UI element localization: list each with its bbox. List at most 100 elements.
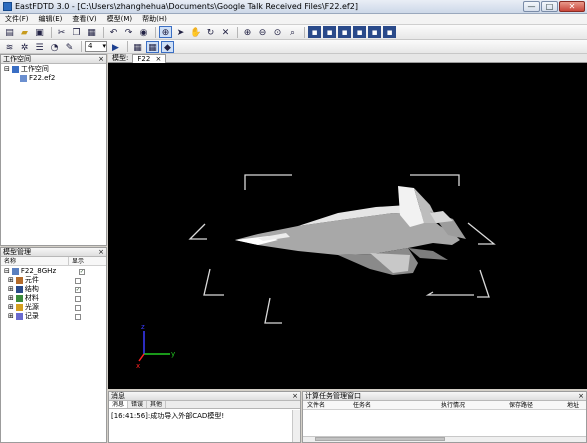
undo-icon[interactable]: ↶ [107,26,120,38]
col-filename[interactable]: 文件名 [303,401,349,409]
settings-icon[interactable]: ✲ [18,41,31,53]
expand-icon[interactable]: ⊞ [8,294,14,303]
model-icon [11,268,19,275]
play-icon[interactable]: ▶ [109,41,122,53]
model-item[interactable]: ⊞ 元件 [4,276,106,285]
close-icon[interactable]: × [292,392,298,400]
file-label: F22.ef2 [29,74,56,82]
col-taskname[interactable]: 任务名 [349,401,437,409]
toolbar-separator [51,26,52,38]
tree-item-file[interactable]: F22.ef2 [4,74,106,83]
view-bottom-icon[interactable]: ▪ [383,26,396,38]
message-scrollbar[interactable] [292,410,300,442]
save-icon[interactable]: ▣ [33,26,46,38]
eye-icon[interactable]: ◉ [137,26,150,38]
bbox-corner [477,269,490,298]
3d-viewport[interactable]: z y x [108,63,587,389]
tree-root[interactable]: ⊟ 工作空间 [4,65,106,74]
model-item-checkbox[interactable] [74,295,81,302]
view-front-icon[interactable]: ▪ [308,26,321,38]
edit-icon[interactable]: ✎ [63,41,76,53]
model-item[interactable]: ⊞ 结构 ✓ [4,285,106,294]
task-scrollbar[interactable] [303,436,586,442]
close-icon[interactable]: × [156,55,162,63]
workspace-panel: 工作空间 × ⊟ 工作空间 F22.ef2 [0,54,107,246]
tab-f22-label: F22 [137,54,151,63]
model-canvas[interactable]: z y x [108,63,587,389]
view-right-icon[interactable]: ▪ [353,26,366,38]
rss-icon[interactable]: ◔ [48,41,61,53]
expand-icon[interactable]: ⊞ [8,276,14,285]
globe-icon[interactable]: ⊕ [159,26,172,38]
cut-icon[interactable]: ✂ [55,26,68,38]
collapse-icon[interactable]: ⊟ [4,65,10,74]
tab-errors[interactable]: 错误 [128,401,148,408]
model-item-label: 光源 [24,303,39,311]
zoom-in-icon[interactable]: ⊕ [241,26,254,38]
model-item-checkbox[interactable] [74,313,81,320]
menu-help[interactable]: 帮助(H) [137,14,172,24]
tab-other[interactable]: 其他 [147,401,167,408]
rotate-icon[interactable]: ↻ [204,26,217,38]
close-button[interactable]: ✕ [559,1,585,12]
col-show[interactable]: 显示 [69,257,84,265]
select-icon[interactable]: ➤ [174,26,187,38]
view-top-icon[interactable]: ▪ [368,26,381,38]
col-address[interactable]: 地址 [563,401,579,409]
menu-view[interactable]: 查看(V) [67,14,101,24]
pan-hand-icon[interactable]: ✋ [189,26,202,38]
expand-icon[interactable]: ⊞ [8,303,14,312]
bbox-corner [244,174,292,190]
delete-icon[interactable]: ✕ [219,26,232,38]
model-item[interactable]: ⊞ 光源 [4,303,106,312]
maximize-button[interactable]: □ [541,1,558,12]
model-item-label: 材料 [24,294,39,302]
tab-f22[interactable]: F22 × [132,53,167,63]
model-item-label: 结构 [24,285,39,293]
view-back-icon[interactable]: ▪ [323,26,336,38]
minimize-button[interactable]: — [523,1,540,12]
zoom-out-icon[interactable]: ⊖ [256,26,269,38]
model-item-checkbox[interactable] [74,277,81,284]
close-icon[interactable]: × [98,55,104,63]
scrollbar-thumb[interactable] [315,437,445,441]
zoom-select[interactable]: 4 ▾ [85,41,107,52]
list-icon[interactable]: ☰ [33,41,46,53]
model-item[interactable]: ⊞ 记录 [4,312,106,321]
cube-icon[interactable]: ◆ [161,40,174,53]
layers-icon[interactable]: ≋ [3,41,16,53]
copy-icon[interactable]: ❐ [70,26,83,38]
col-status[interactable]: 执行情况 [437,401,505,409]
model-root-label: F22_8GHz [20,267,57,275]
grid-icon[interactable]: ▦ [131,41,144,53]
new-icon[interactable]: ▤ [3,26,16,38]
model-root[interactable]: ⊟ F22_8GHz ✓ [4,267,106,276]
col-savepath[interactable]: 保存路径 [505,401,563,409]
menu-model[interactable]: 模型(M) [102,14,138,24]
model-item[interactable]: ⊞ 材料 [4,294,106,303]
zoom-value: 4 [88,42,93,50]
close-icon[interactable]: × [578,392,584,400]
bbox-corner [188,223,207,240]
open-icon[interactable]: ▰ [18,26,31,38]
tab-messages[interactable]: 消息 [109,401,129,408]
zoom-fit-icon[interactable]: ⊙ [271,26,284,38]
paste-icon[interactable]: ▦ [85,26,98,38]
expand-icon[interactable]: ⊞ [8,312,14,321]
menu-file[interactable]: 文件(F) [0,14,34,24]
collapse-icon[interactable]: ⊟ [4,267,10,276]
workspace-tree: ⊟ 工作空间 F22.ef2 [1,64,106,83]
model-root-checkbox[interactable]: ✓ [78,268,85,275]
zoom-region-icon[interactable]: ⌕ [286,26,299,38]
col-name[interactable]: 名称 [1,257,69,265]
view-left-icon[interactable]: ▪ [338,26,351,38]
expand-icon[interactable]: ⊞ [8,285,14,294]
title-bar: EastFDTD 3.0 - [C:\Users\zhanghehua\Docu… [0,0,587,14]
model-item-label: 记录 [24,312,39,320]
menu-edit[interactable]: 编辑(E) [34,14,68,24]
model-item-checkbox[interactable] [74,304,81,311]
mesh-icon[interactable]: ▦ [146,40,159,53]
model-item-checkbox[interactable]: ✓ [74,286,81,293]
close-icon[interactable]: × [98,248,104,256]
redo-icon[interactable]: ↷ [122,26,135,38]
